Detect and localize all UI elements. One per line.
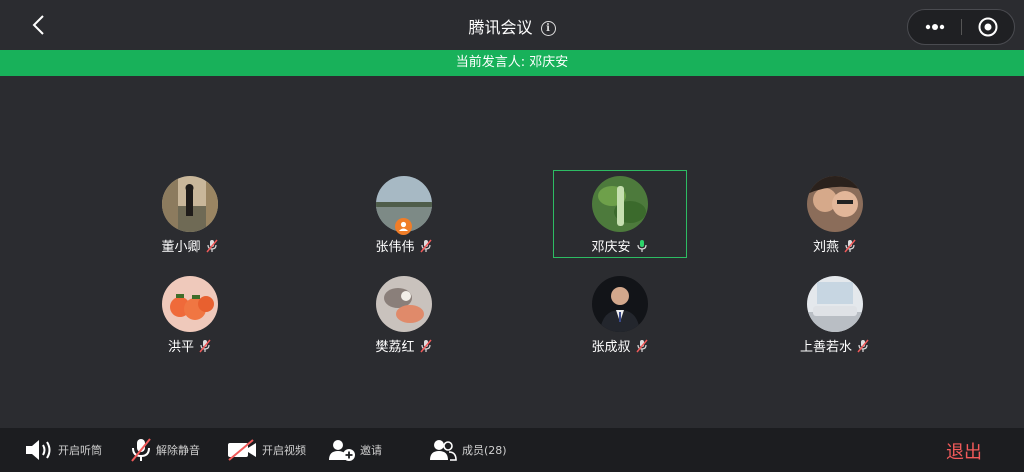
participant-name-row: 邓庆安 [554,236,686,255]
unmute-label: 解除静音 [156,444,200,457]
participant-tile-active-speaker[interactable]: 邓庆安 [553,170,687,258]
mic-muted-icon [205,239,218,253]
members-button[interactable]: 成员(28) [428,428,507,472]
top-bar: 腾讯会议 i [0,0,1024,50]
mic-muted-icon [131,438,151,462]
participant-tile[interactable]: 洪平 [123,270,257,358]
participant-grid: 董小卿 张伟伟 邓庆安 刘燕 洪平 樊荔红 张成叔 上善若水 [0,76,1024,428]
meeting-title-area: 腾讯会议 i [0,14,1024,38]
speaker-name: 邓庆安 [529,55,569,70]
mic-active-icon [636,240,647,252]
participant-name: 邓庆安 [591,240,631,255]
participant-tile[interactable]: 张成叔 [553,270,687,358]
avatar [807,176,863,232]
participant-name-row: 樊荔红 [337,336,471,355]
participant-name-row: 上善若水 [768,336,902,355]
mic-muted-icon [857,339,869,353]
exit-button[interactable]: 退出 [946,438,982,464]
capsule-divider [961,19,962,35]
invite-button[interactable]: 邀请 [328,428,382,472]
participant-tile[interactable]: 董小卿 [123,170,257,258]
mic-muted-icon [419,239,432,253]
speaker-icon [26,440,51,460]
members-label: 成员(28) [462,444,507,457]
meeting-title: 腾讯会议 [468,18,533,37]
participant-name-row: 董小卿 [123,236,257,255]
participant-tile[interactable]: 樊荔红 [337,270,471,358]
participant-tile[interactable]: 张伟伟 [337,170,471,258]
participant-name: 张成叔 [591,340,631,355]
video-off-icon [228,439,256,461]
mic-muted-icon [199,339,211,353]
unmute-button[interactable]: 解除静音 [130,428,200,472]
participant-name-row: 洪平 [123,336,257,355]
bottom-toolbar: 开启听筒 解除静音 开启视频 邀请 成员(28) 退出 [0,428,1024,472]
avatar [592,176,648,232]
participant-name: 上善若水 [799,340,852,355]
participant-name: 董小卿 [161,240,201,255]
video-label: 开启视频 [262,444,306,457]
mic-muted-icon [419,339,432,353]
speaker-label: 当前发言人: [455,55,526,70]
close-miniapp-icon[interactable] [978,17,998,37]
speaker-label: 开启听筒 [58,444,102,457]
avatar [592,276,648,332]
avatar [376,276,432,332]
participant-name-row: 刘燕 [768,236,902,255]
invite-label: 邀请 [360,444,382,457]
avatar [162,176,218,232]
video-button[interactable]: 开启视频 [226,428,306,472]
host-badge-icon [395,218,412,235]
more-dots-icon[interactable] [922,18,948,36]
info-icon[interactable]: i [540,21,556,36]
mic-muted-icon [635,339,648,353]
menu-capsule [907,9,1015,45]
participant-tile[interactable]: 上善若水 [768,270,902,358]
speaker-button[interactable]: 开启听筒 [24,428,102,472]
participant-tile[interactable]: 刘燕 [768,170,902,258]
participant-name-row: 张成叔 [553,336,687,355]
participant-name: 张伟伟 [375,240,415,255]
participant-name: 洪平 [167,340,194,355]
avatar [807,276,863,332]
participant-name: 樊荔红 [375,340,415,355]
current-speaker-banner: 当前发言人: 邓庆安 [0,50,1024,76]
add-user-icon [329,440,355,461]
participant-name: 刘燕 [812,240,839,255]
participant-name-row: 张伟伟 [337,236,471,255]
mic-muted-icon [844,239,856,253]
members-icon [430,440,457,461]
avatar [162,276,218,332]
